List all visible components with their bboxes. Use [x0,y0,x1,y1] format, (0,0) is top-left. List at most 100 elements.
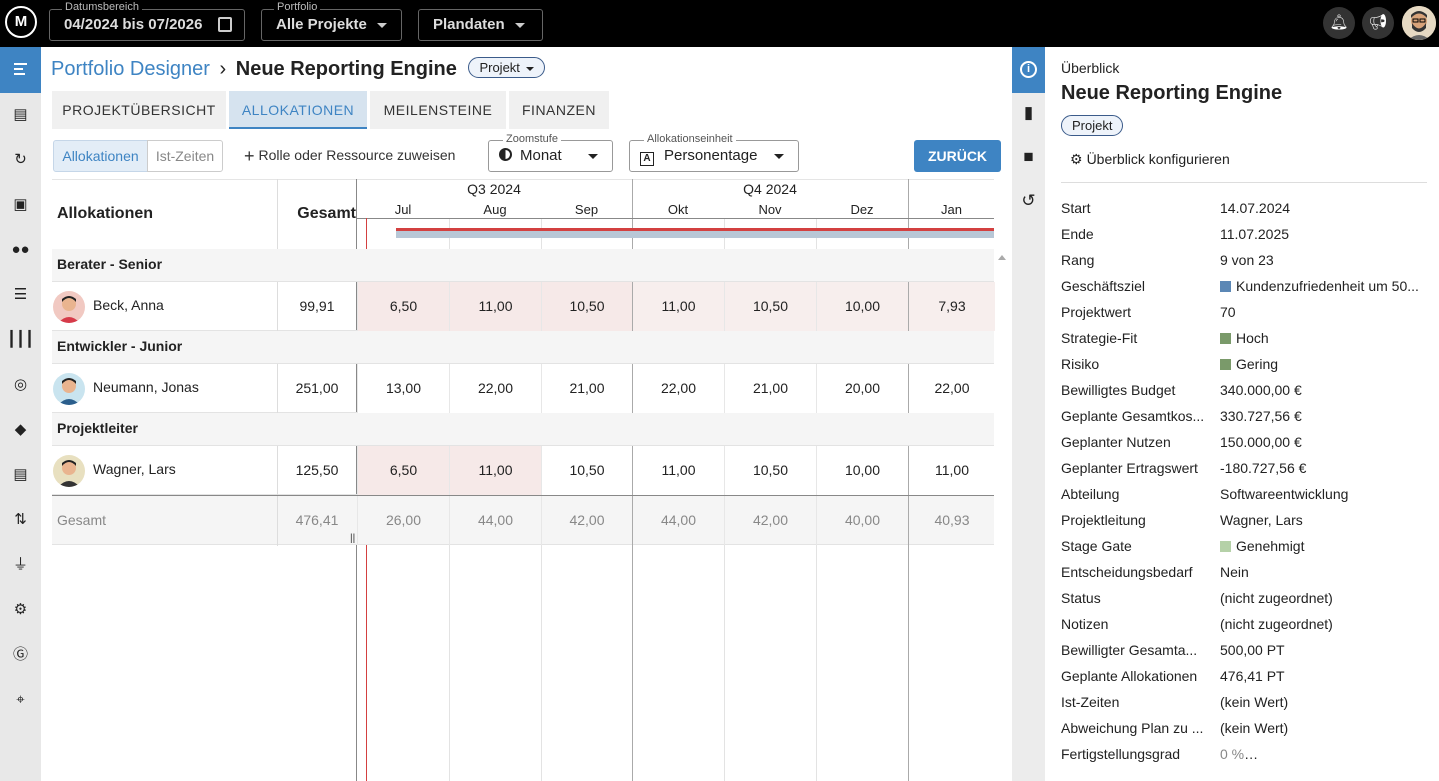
field-value: 330.727,56 € [1220,408,1302,424]
zoom-icon [499,148,512,161]
field-value-wrap: Nein [1220,564,1425,580]
date-range-field[interactable]: Datumsbereich 04/2024 bis 07/2026 [49,1,245,41]
allocation-cell[interactable]: 10,50 [724,282,816,331]
chip-label: Projekt [479,60,520,75]
configure-overview-button[interactable]: ⚙ Überblick konfigurieren [1070,151,1230,168]
swap-icon[interactable]: ⇅ [0,508,41,532]
field-value-wrap: Kundenzufriedenheit um 50... [1220,278,1425,294]
tab-finances[interactable]: FINANZEN [509,91,609,129]
overview-field: Projektleitung Wagner, Lars [1061,512,1425,528]
unit-select[interactable]: Allokationseinheit A Personentage [629,133,799,172]
directions-icon[interactable]: ◆ [0,418,41,442]
megaphone-icon[interactable]: 📢︎ [1362,7,1394,39]
allocation-cell[interactable]: 21,00 [724,364,816,413]
allocation-cell[interactable]: 10,00 [816,282,908,331]
allocation-cell[interactable]: 22,00 [632,364,724,413]
allocation-cell[interactable]: 10,50 [724,446,816,495]
right-icon-strip: i ▮ ■ ↺ [1012,47,1045,781]
allocation-cell[interactable]: 6,50 [357,446,449,495]
chevron-down-icon [514,22,525,28]
portfolio-value: Alle Projekte [276,16,367,33]
comments-icon[interactable]: ▮ [1012,103,1045,123]
allocation-cell[interactable]: 22,00 [908,364,995,413]
month-label: Okt [667,202,689,217]
table-row[interactable]: Neumann, Jonas 251,00 13,00 22,00 21,00 22,00… [52,363,995,414]
user-avatar[interactable] [1402,6,1436,40]
person-name[interactable]: Neumann, Jonas [93,379,199,395]
field-value: Softwareentwicklung [1220,486,1349,502]
tab-allocations[interactable]: ALLOKATIONEN [229,91,367,129]
contacts-icon[interactable]: ▤ [0,103,41,127]
tab-milestones[interactable]: MEILENSTEINE [370,91,506,129]
field-value: 11.07.2025 [1220,226,1290,242]
person-name[interactable]: Beck, Anna [93,297,164,313]
overview-field: Abweichung Plan zu ... (kein Wert) [1061,720,1425,736]
table-row[interactable]: Beck, Anna 99,91 6,50 11,00 10,50 11,00 10,50 1… [52,281,995,332]
allocation-cell[interactable]: 20,00 [816,364,908,413]
allocation-cell[interactable]: 11,00 [632,282,724,331]
overview-field: Status (nicht zugeordnet) [1061,590,1425,606]
tab-project-overview[interactable]: PROJEKTÜBERSICHT [52,91,226,129]
allocation-cell[interactable]: 22,00 [449,364,541,413]
allocation-cell[interactable]: 7,93 [908,282,995,331]
person-name[interactable]: Wagner, Lars [93,461,176,477]
help-icon[interactable]: Ⓖ [0,643,41,667]
segment-allocations[interactable]: Allokationen [53,140,148,172]
column-resize-handle[interactable]: || [350,533,355,544]
field-value: 500,00 PT [1220,642,1285,658]
field-label: Geplanter Nutzen [1061,434,1171,450]
allocation-cell[interactable]: 11,00 [449,446,541,495]
allocation-cell[interactable]: 13,00 [357,364,449,413]
compass-icon[interactable]: ⌖ [0,688,41,712]
allocation-cell[interactable]: 11,00 [908,446,995,495]
refresh-icon[interactable]: ↻ [0,148,41,172]
overview-field: Geplanter Nutzen 150.000,00 € [1061,434,1425,450]
allocation-cell[interactable]: 21,00 [541,364,632,413]
info-tab[interactable]: i [1012,47,1045,93]
history-icon[interactable]: ↺ [1012,191,1045,211]
target-icon[interactable]: ◎ [0,373,41,397]
scroll-up-icon[interactable] [998,255,1006,260]
document-icon[interactable]: ▤ [0,463,41,487]
back-button[interactable]: ZURÜCK [914,140,1001,172]
sidebar-menu-toggle[interactable] [0,47,41,93]
plug-icon[interactable]: ⏚ [0,553,41,577]
breadcrumb: Portfolio Designer › Neue Reporting Engi… [51,57,545,81]
overview-field: Geplante Allokationen 476,41 PT [1061,668,1425,684]
allocation-cell[interactable]: 10,50 [541,282,632,331]
field-value: (nicht zugeordnet) [1220,616,1333,632]
timeline-bar-range [396,231,994,238]
overview-title: Neue Reporting Engine [1061,82,1283,104]
allocation-cell[interactable]: 10,50 [541,446,632,495]
data-mode-select[interactable]: Plandaten [418,9,543,41]
people-icon[interactable]: ●● [0,238,41,262]
field-label: Ende [1061,226,1094,242]
bell-icon[interactable]: 🔔︎ [1323,7,1355,39]
allocation-cell[interactable]: 6,50 [357,282,449,331]
breadcrumb-parent[interactable]: Portfolio Designer [51,58,210,80]
allocation-cell[interactable]: 11,00 [449,282,541,331]
field-label: Projektwert [1061,304,1132,320]
allocation-cell[interactable]: 11,00 [632,446,724,495]
month-label: Dez [850,202,874,217]
segment-actual-times[interactable]: Ist-Zeiten [147,140,223,172]
field-label: Abweichung Plan zu ... [1061,720,1204,736]
field-value-wrap: 11.07.2025 [1220,226,1425,242]
field-label: Projektleitung [1061,512,1146,528]
allocation-cell[interactable]: 10,00 [816,446,908,495]
columns-icon[interactable]: ┃┃┃ [0,328,41,352]
table-row[interactable]: Wagner, Lars 125,50 6,50 11,00 10,50 11,00 10,… [52,445,995,496]
field-label: Strategie-Fit [1061,330,1138,346]
app-logo[interactable]: M [5,6,37,38]
project-type-chip[interactable]: Projekt [468,57,545,78]
badge-icon[interactable]: ▣ [0,193,41,217]
left-sidebar: ▤ ↻ ▣ ●● ☰ ┃┃┃ ◎ ◆ ▤ ⇅ ⏚ ⚙ Ⓖ ⌖ [0,47,41,781]
portfolio-select[interactable]: Portfolio Alle Projekte [261,1,402,41]
assign-resource-button[interactable]: + Rolle oder Ressource zuweisen [244,146,455,167]
gear-icon[interactable]: ⚙ [0,598,41,622]
person-total: 125,50 [295,462,339,478]
list-icon[interactable]: ☰ [0,283,41,307]
zoom-select[interactable]: Zoomstufe Monat [488,133,613,172]
feedback-icon[interactable]: ■ [1012,147,1045,167]
quarter-label: Q3 2024 [467,181,521,197]
